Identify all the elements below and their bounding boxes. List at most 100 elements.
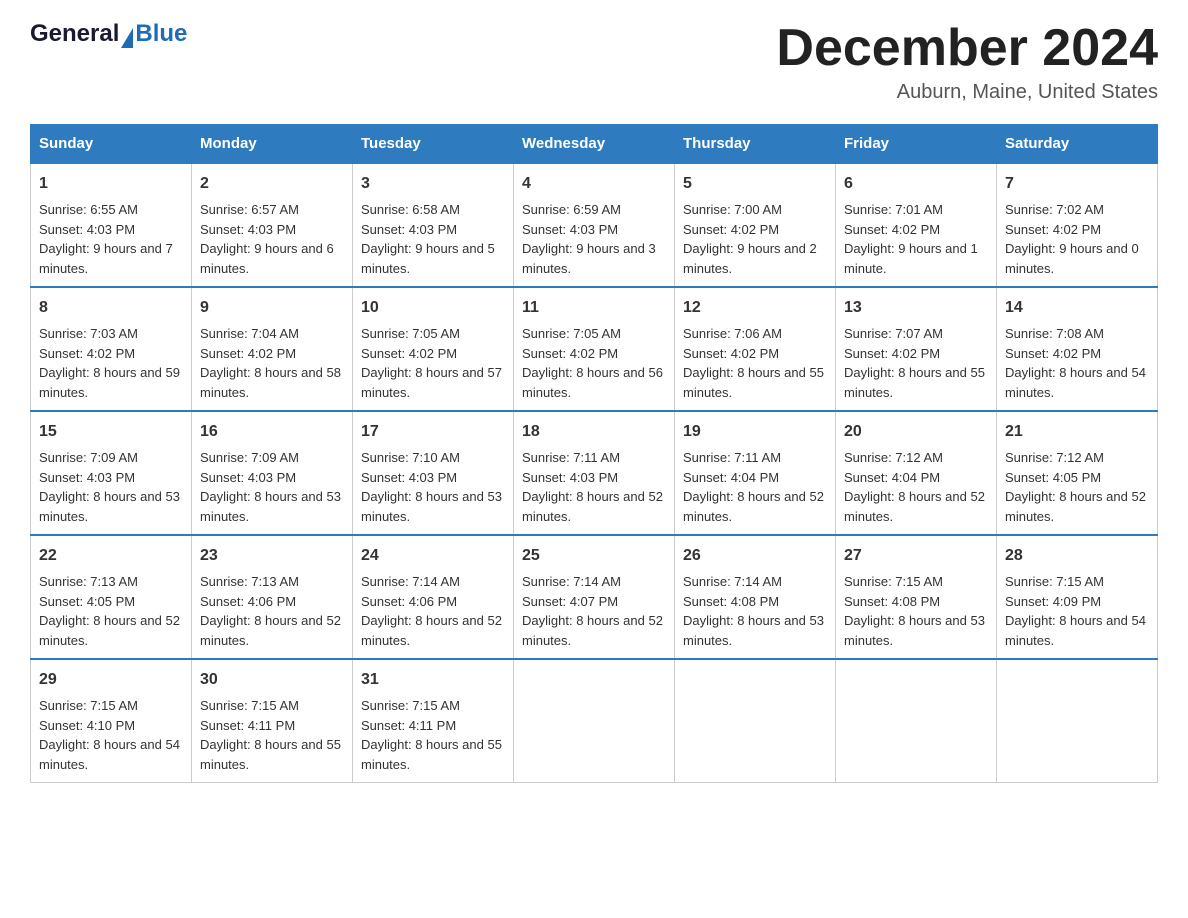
header-tuesday: Tuesday — [353, 125, 514, 164]
day-info: Sunrise: 7:07 AMSunset: 4:02 PMDaylight:… — [844, 326, 985, 400]
day-info: Sunrise: 6:59 AMSunset: 4:03 PMDaylight:… — [522, 202, 656, 276]
day-info: Sunrise: 7:15 AMSunset: 4:08 PMDaylight:… — [844, 574, 985, 648]
day-number: 1 — [39, 172, 183, 196]
day-number: 26 — [683, 544, 827, 568]
day-cell: 26 Sunrise: 7:14 AMSunset: 4:08 PMDaylig… — [675, 535, 836, 659]
day-number: 17 — [361, 420, 505, 444]
header-thursday: Thursday — [675, 125, 836, 164]
day-number: 2 — [200, 172, 344, 196]
day-cell: 20 Sunrise: 7:12 AMSunset: 4:04 PMDaylig… — [836, 411, 997, 535]
day-number: 7 — [1005, 172, 1149, 196]
day-cell: 5 Sunrise: 7:00 AMSunset: 4:02 PMDayligh… — [675, 163, 836, 287]
day-cell: 24 Sunrise: 7:14 AMSunset: 4:06 PMDaylig… — [353, 535, 514, 659]
day-cell: 31 Sunrise: 7:15 AMSunset: 4:11 PMDaylig… — [353, 659, 514, 783]
day-info: Sunrise: 7:15 AMSunset: 4:11 PMDaylight:… — [200, 698, 341, 772]
day-number: 14 — [1005, 296, 1149, 320]
logo-general-text: General — [30, 20, 119, 48]
day-number: 9 — [200, 296, 344, 320]
logo: General Blue — [30, 20, 187, 48]
day-cell — [514, 659, 675, 783]
day-number: 22 — [39, 544, 183, 568]
day-cell: 6 Sunrise: 7:01 AMSunset: 4:02 PMDayligh… — [836, 163, 997, 287]
day-number: 27 — [844, 544, 988, 568]
day-number: 13 — [844, 296, 988, 320]
day-number: 24 — [361, 544, 505, 568]
day-number: 30 — [200, 668, 344, 692]
day-number: 18 — [522, 420, 666, 444]
day-number: 19 — [683, 420, 827, 444]
day-cell: 10 Sunrise: 7:05 AMSunset: 4:02 PMDaylig… — [353, 287, 514, 411]
day-info: Sunrise: 7:02 AMSunset: 4:02 PMDaylight:… — [1005, 202, 1139, 276]
day-cell: 19 Sunrise: 7:11 AMSunset: 4:04 PMDaylig… — [675, 411, 836, 535]
logo-triangle-icon — [121, 28, 133, 48]
day-info: Sunrise: 7:13 AMSunset: 4:06 PMDaylight:… — [200, 574, 341, 648]
day-number: 31 — [361, 668, 505, 692]
day-number: 25 — [522, 544, 666, 568]
day-cell: 16 Sunrise: 7:09 AMSunset: 4:03 PMDaylig… — [192, 411, 353, 535]
title-section: December 2024 Auburn, Maine, United Stat… — [776, 20, 1158, 104]
day-cell: 11 Sunrise: 7:05 AMSunset: 4:02 PMDaylig… — [514, 287, 675, 411]
header-row: SundayMondayTuesdayWednesdayThursdayFrid… — [31, 125, 1158, 164]
day-cell: 22 Sunrise: 7:13 AMSunset: 4:05 PMDaylig… — [31, 535, 192, 659]
week-row-3: 15 Sunrise: 7:09 AMSunset: 4:03 PMDaylig… — [31, 411, 1158, 535]
day-info: Sunrise: 7:09 AMSunset: 4:03 PMDaylight:… — [200, 450, 341, 524]
day-cell: 14 Sunrise: 7:08 AMSunset: 4:02 PMDaylig… — [997, 287, 1158, 411]
day-info: Sunrise: 7:09 AMSunset: 4:03 PMDaylight:… — [39, 450, 180, 524]
day-info: Sunrise: 7:05 AMSunset: 4:02 PMDaylight:… — [522, 326, 663, 400]
day-info: Sunrise: 7:03 AMSunset: 4:02 PMDaylight:… — [39, 326, 180, 400]
day-info: Sunrise: 7:05 AMSunset: 4:02 PMDaylight:… — [361, 326, 502, 400]
header-monday: Monday — [192, 125, 353, 164]
day-info: Sunrise: 7:12 AMSunset: 4:05 PMDaylight:… — [1005, 450, 1146, 524]
day-cell — [675, 659, 836, 783]
day-number: 23 — [200, 544, 344, 568]
day-cell: 17 Sunrise: 7:10 AMSunset: 4:03 PMDaylig… — [353, 411, 514, 535]
day-cell: 28 Sunrise: 7:15 AMSunset: 4:09 PMDaylig… — [997, 535, 1158, 659]
day-info: Sunrise: 7:01 AMSunset: 4:02 PMDaylight:… — [844, 202, 978, 276]
header-saturday: Saturday — [997, 125, 1158, 164]
day-info: Sunrise: 7:14 AMSunset: 4:08 PMDaylight:… — [683, 574, 824, 648]
logo-blue-text: Blue — [135, 20, 187, 48]
day-number: 11 — [522, 296, 666, 320]
day-cell: 15 Sunrise: 7:09 AMSunset: 4:03 PMDaylig… — [31, 411, 192, 535]
day-cell: 27 Sunrise: 7:15 AMSunset: 4:08 PMDaylig… — [836, 535, 997, 659]
day-number: 21 — [1005, 420, 1149, 444]
day-number: 12 — [683, 296, 827, 320]
day-cell: 2 Sunrise: 6:57 AMSunset: 4:03 PMDayligh… — [192, 163, 353, 287]
day-info: Sunrise: 7:15 AMSunset: 4:09 PMDaylight:… — [1005, 574, 1146, 648]
location-title: Auburn, Maine, United States — [776, 81, 1158, 104]
day-info: Sunrise: 7:14 AMSunset: 4:07 PMDaylight:… — [522, 574, 663, 648]
day-cell: 25 Sunrise: 7:14 AMSunset: 4:07 PMDaylig… — [514, 535, 675, 659]
day-cell: 13 Sunrise: 7:07 AMSunset: 4:02 PMDaylig… — [836, 287, 997, 411]
day-info: Sunrise: 6:57 AMSunset: 4:03 PMDaylight:… — [200, 202, 334, 276]
day-info: Sunrise: 7:14 AMSunset: 4:06 PMDaylight:… — [361, 574, 502, 648]
day-info: Sunrise: 7:00 AMSunset: 4:02 PMDaylight:… — [683, 202, 817, 276]
day-cell: 3 Sunrise: 6:58 AMSunset: 4:03 PMDayligh… — [353, 163, 514, 287]
day-number: 8 — [39, 296, 183, 320]
day-number: 3 — [361, 172, 505, 196]
page-header: General Blue December 2024 Auburn, Maine… — [30, 20, 1158, 104]
day-cell: 18 Sunrise: 7:11 AMSunset: 4:03 PMDaylig… — [514, 411, 675, 535]
header-wednesday: Wednesday — [514, 125, 675, 164]
day-cell: 1 Sunrise: 6:55 AMSunset: 4:03 PMDayligh… — [31, 163, 192, 287]
day-number: 16 — [200, 420, 344, 444]
day-info: Sunrise: 7:08 AMSunset: 4:02 PMDaylight:… — [1005, 326, 1146, 400]
header-sunday: Sunday — [31, 125, 192, 164]
calendar-table: SundayMondayTuesdayWednesdayThursdayFrid… — [30, 124, 1158, 783]
day-number: 29 — [39, 668, 183, 692]
month-title: December 2024 — [776, 20, 1158, 77]
day-cell: 9 Sunrise: 7:04 AMSunset: 4:02 PMDayligh… — [192, 287, 353, 411]
week-row-2: 8 Sunrise: 7:03 AMSunset: 4:02 PMDayligh… — [31, 287, 1158, 411]
calendar-header: SundayMondayTuesdayWednesdayThursdayFrid… — [31, 125, 1158, 164]
day-cell: 29 Sunrise: 7:15 AMSunset: 4:10 PMDaylig… — [31, 659, 192, 783]
day-number: 4 — [522, 172, 666, 196]
day-info: Sunrise: 7:15 AMSunset: 4:11 PMDaylight:… — [361, 698, 502, 772]
day-number: 6 — [844, 172, 988, 196]
week-row-1: 1 Sunrise: 6:55 AMSunset: 4:03 PMDayligh… — [31, 163, 1158, 287]
day-info: Sunrise: 7:10 AMSunset: 4:03 PMDaylight:… — [361, 450, 502, 524]
day-info: Sunrise: 7:15 AMSunset: 4:10 PMDaylight:… — [39, 698, 180, 772]
day-info: Sunrise: 7:13 AMSunset: 4:05 PMDaylight:… — [39, 574, 180, 648]
day-number: 20 — [844, 420, 988, 444]
day-cell — [997, 659, 1158, 783]
day-cell: 30 Sunrise: 7:15 AMSunset: 4:11 PMDaylig… — [192, 659, 353, 783]
day-cell: 21 Sunrise: 7:12 AMSunset: 4:05 PMDaylig… — [997, 411, 1158, 535]
